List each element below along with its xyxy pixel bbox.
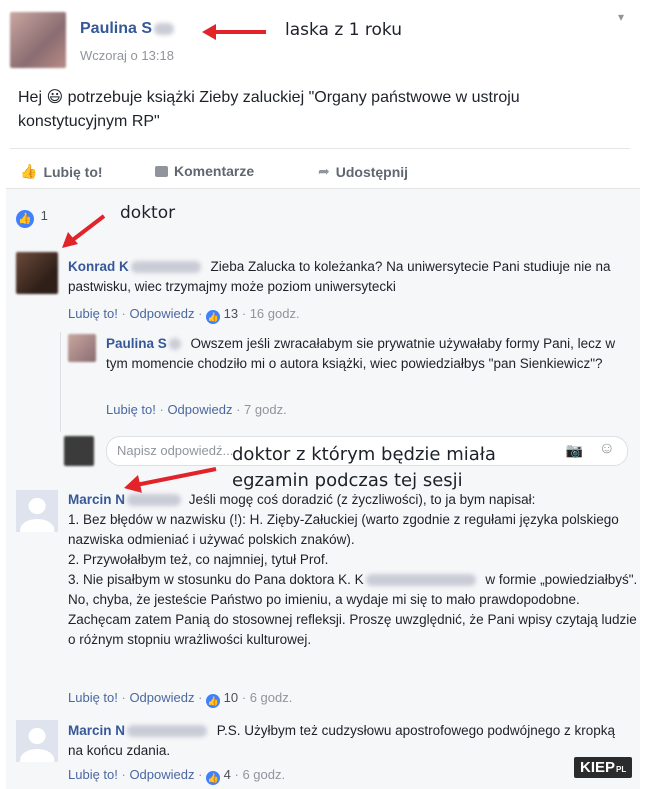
- annotation-arrow-2: [62, 214, 106, 248]
- comment-label: Komentarze: [174, 163, 255, 179]
- comment-like-link[interactable]: Lubię to!: [68, 690, 118, 705]
- annotation-arrow-1: [202, 24, 266, 40]
- blurred-surname: [365, 574, 476, 587]
- reply-paulina: Paulina S Owszem jeśli zwracałabym sie p…: [106, 334, 626, 374]
- like-count-value: 1: [40, 208, 48, 223]
- annotation-third-line2: egzamin podczas tej sesji: [232, 470, 463, 491]
- options-chevron-icon[interactable]: ▾: [618, 10, 624, 24]
- commenter-name[interactable]: Konrad K: [68, 259, 129, 274]
- comment-actions: Lubię to! · Odpowiedz · 👍 10 · 6 godz.: [68, 690, 293, 708]
- comment-time[interactable]: 6 godz.: [250, 690, 293, 705]
- like-badge-icon: 👍: [206, 310, 221, 324]
- post-timestamp[interactable]: Wczoraj o 13:18: [80, 48, 174, 63]
- camera-icon[interactable]: 📷: [566, 442, 583, 459]
- comment-like-count[interactable]: 13: [224, 306, 238, 321]
- comment-line: 2. Przywołałbym też, co najmniej, tytuł …: [68, 552, 329, 567]
- thumbs-up-icon: 👍: [20, 163, 38, 179]
- reply-text: Owszem jeśli zwracałabym sie prywatnie u…: [106, 336, 616, 371]
- post-author-name[interactable]: Paulina S: [80, 20, 175, 38]
- like-badge-icon: 👍: [206, 694, 221, 708]
- watermark-text: KIEP: [580, 759, 616, 776]
- like-badge-icon: 👍: [16, 210, 34, 228]
- annotation-first: laska z 1 roku: [285, 20, 403, 40]
- comment-time[interactable]: 6 godz.: [242, 767, 285, 782]
- comment-like-link[interactable]: Lubię to!: [68, 306, 118, 321]
- comment-actions: Lubię to! · Odpowiedz · 👍 13 · 16 godz.: [68, 306, 300, 324]
- comment-like-count[interactable]: 4: [224, 767, 231, 782]
- comment-reply-link[interactable]: Odpowiedz: [129, 306, 194, 321]
- reply-actions: Lubię to! · Odpowiedz · 7 godz.: [106, 402, 287, 417]
- comment-line-with-blur: 3. Nie pisałbym w stosunku do Pana dokto…: [68, 570, 638, 610]
- comment-first-line: Marcin N Jeśli mogę coś doradzić (z życz…: [68, 490, 638, 510]
- comment-line: 3. Nie pisałbym w stosunku do Pana dokto…: [68, 572, 364, 587]
- blurred-surname: [130, 261, 201, 274]
- comment-marcin-long: Marcin N Jeśli mogę coś doradzić (z życz…: [68, 490, 638, 650]
- comment-marcin-ps: Marcin N P.S. Użyłbym też cudzysłowu apo…: [68, 721, 628, 761]
- reply-author-name[interactable]: Paulina S: [106, 336, 167, 351]
- my-avatar: [64, 436, 94, 466]
- commenter-name[interactable]: Marcin N: [68, 723, 125, 738]
- annotation-second: doktor: [120, 203, 176, 223]
- watermark-suffix: PL: [616, 765, 627, 774]
- post-text: Hej 😃 potrzebuje książki Zieby zaluckiej…: [18, 89, 520, 130]
- comment-time[interactable]: 16 godz.: [250, 306, 300, 321]
- like-button[interactable]: 👍 Lubię to!: [20, 163, 103, 180]
- emoji-icon[interactable]: ☺: [599, 440, 615, 458]
- annotation-third-line1: doktor z którym będzie miała: [232, 444, 496, 465]
- reply-input-placeholder: Napisz odpowiedź...: [117, 443, 234, 458]
- comment-line: Zachęcam zatem Panią do stosownej reflek…: [68, 612, 637, 647]
- author-avatar[interactable]: [10, 12, 66, 68]
- reply-like-link[interactable]: Lubię to!: [106, 402, 156, 417]
- blurred-surname: [127, 725, 208, 738]
- divider: [10, 148, 630, 149]
- like-count[interactable]: 👍 1: [16, 208, 48, 228]
- post-author-label: Paulina S: [80, 20, 153, 37]
- watermark-logo: KIEPPL: [574, 757, 633, 778]
- commenter-avatar[interactable]: [16, 252, 58, 294]
- comment-actions: Lubię to! · Odpowiedz · 👍 4 · 6 godz.: [68, 767, 286, 785]
- comment-reply-link[interactable]: Odpowiedz: [129, 767, 194, 782]
- comment-line: Jeśli mogę coś doradzić (z życzliwości),…: [188, 492, 536, 507]
- share-button[interactable]: ➦ Udostępnij: [318, 163, 408, 180]
- share-label: Udostępnij: [335, 163, 409, 180]
- default-avatar-icon[interactable]: [16, 490, 58, 532]
- comment-button[interactable]: Komentarze: [155, 163, 254, 179]
- commenter-name[interactable]: Marcin N: [68, 492, 125, 507]
- blurred-surname: [168, 338, 181, 351]
- blurred-surname: [154, 22, 175, 35]
- default-avatar-icon[interactable]: [16, 720, 58, 762]
- blurred-surname: [127, 494, 182, 507]
- share-arrow-icon: ➦: [318, 163, 330, 179]
- reply-time[interactable]: 7 godz.: [244, 402, 287, 417]
- comment-konrad: Konrad K Zieba Zalucka to koleżanka? Na …: [68, 257, 633, 297]
- comment-like-link[interactable]: Lubię to!: [68, 767, 118, 782]
- like-label: Lubię to!: [43, 163, 103, 180]
- reply-avatar[interactable]: [68, 334, 96, 362]
- reply-thread-line: [60, 332, 61, 432]
- comment-icon: [155, 165, 168, 177]
- reply-reply-link[interactable]: Odpowiedz: [167, 402, 232, 417]
- comment-reply-link[interactable]: Odpowiedz: [129, 690, 194, 705]
- comment-like-count[interactable]: 10: [224, 690, 238, 705]
- like-badge-icon: 👍: [206, 771, 221, 785]
- comment-line: 1. Bez błędów w nazwisku (!): H. Zięby-Z…: [68, 512, 619, 547]
